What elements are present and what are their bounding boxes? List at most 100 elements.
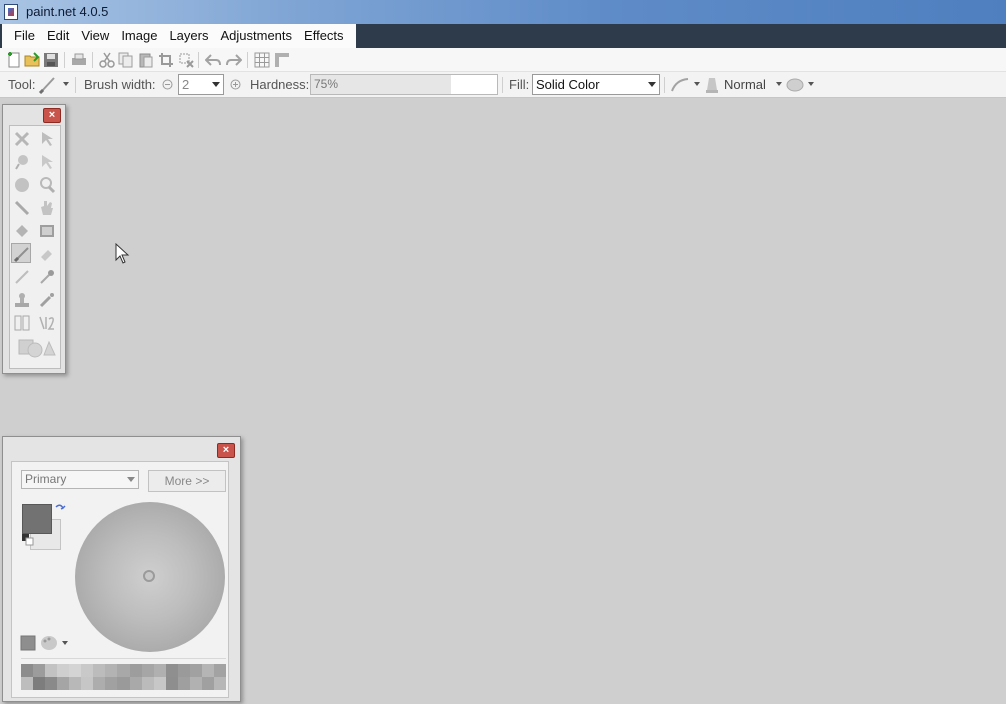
palette-color-cell[interactable] [166,677,178,690]
move-selected-pixels-icon[interactable] [37,129,57,149]
palette-color-cell[interactable] [69,664,81,677]
reset-colors-icon[interactable] [22,534,34,546]
color-wheel-handle[interactable] [143,570,155,582]
antialiasing-icon[interactable] [670,76,690,94]
menu-edit[interactable]: Edit [41,24,75,48]
palette-color-cell[interactable] [33,677,45,690]
gradient-icon[interactable] [37,221,57,241]
palette-color-cell[interactable] [130,677,142,690]
save-icon[interactable] [43,52,59,68]
palette-color-cell[interactable] [214,664,226,677]
tool-dropdown-caret[interactable] [63,82,69,86]
menu-effects[interactable]: Effects [298,24,350,48]
crop-icon[interactable] [158,52,174,68]
increase-width-icon[interactable] [230,79,241,90]
lasso-select-icon[interactable] [12,152,32,172]
ellipse-select-icon[interactable] [12,175,32,195]
line-curve-icon[interactable] [37,313,57,333]
recolor-icon[interactable] [37,290,57,310]
move-selection-arrow-icon[interactable] [37,152,57,172]
palette-color-cell[interactable] [190,664,202,677]
blend-mode-dropdown-caret[interactable] [776,82,782,86]
palette-color-cell[interactable] [142,677,154,690]
palette-color-cell[interactable] [45,677,57,690]
color-mode-dropdown[interactable]: Primary [21,470,139,489]
zoom-icon[interactable] [37,175,57,195]
fill-dropdown[interactable]: Solid Color [532,74,660,95]
palette-color-cell[interactable] [105,677,117,690]
menu-layers[interactable]: Layers [163,24,214,48]
palette-color-cell[interactable] [33,664,45,677]
palette-color-cell[interactable] [45,664,57,677]
brush-width-dropdown[interactable]: 2 [178,74,224,95]
alpha-blending-dropdown-caret[interactable] [808,82,814,86]
palette-color-cell[interactable] [105,664,117,677]
palette-color-cell[interactable] [214,677,226,690]
color-picker-icon[interactable] [37,267,57,287]
brush-width-value: 2 [182,77,189,92]
palette-color-cell[interactable] [57,664,69,677]
palette-color-cell[interactable] [93,664,105,677]
deselect-icon[interactable] [178,52,194,68]
text-icon[interactable] [12,313,32,333]
menu-adjustments[interactable]: Adjustments [214,24,298,48]
print-icon[interactable] [71,52,87,68]
hardness-slider[interactable]: 75% [310,74,498,95]
palette-color-cell[interactable] [21,664,33,677]
palette-color-cell[interactable] [202,677,214,690]
palette-color-cell[interactable] [166,664,178,677]
decrease-width-icon[interactable] [162,79,173,90]
paintbrush-icon[interactable] [11,243,31,263]
paintnet-app-icon[interactable] [4,4,18,20]
palette-color-cell[interactable] [57,677,69,690]
palette-color-cell[interactable] [81,664,93,677]
magic-wand-icon[interactable] [12,198,32,218]
palette-color-cell[interactable] [81,677,93,690]
new-image-icon[interactable] [6,52,22,68]
palette-color-cell[interactable] [178,677,190,690]
menu-image[interactable]: Image [115,24,163,48]
palette-color-cell[interactable] [154,677,166,690]
menu-file[interactable]: File [8,24,41,48]
palette-color-cell[interactable] [190,677,202,690]
palette-menu-icon[interactable] [40,635,58,651]
paste-icon[interactable] [138,52,154,68]
color-wheel[interactable] [75,502,225,652]
more-colors-button[interactable]: More >> [148,470,226,492]
shapes-icon[interactable] [18,338,56,358]
swap-colors-icon[interactable] [54,503,66,515]
palette-color-cell[interactable] [130,664,142,677]
move-selection-icon[interactable] [12,129,32,149]
palette-color-cell[interactable] [69,677,81,690]
primary-color-swatch[interactable] [22,504,52,534]
colors-panel-close-button[interactable]: × [217,443,235,458]
palette-swatch-icon[interactable] [20,635,36,651]
grid-icon[interactable] [254,52,270,68]
palette-color-cell[interactable] [154,664,166,677]
palette-color-cell[interactable] [93,677,105,690]
blend-mode-value[interactable]: Normal [724,77,766,92]
palette-color-cell[interactable] [142,664,154,677]
palette-dropdown-caret[interactable] [62,641,68,645]
ruler-icon[interactable] [274,52,290,68]
eraser-icon[interactable] [37,244,57,264]
palette-color-cell[interactable] [117,677,129,690]
paint-bucket-icon[interactable] [12,221,32,241]
open-icon[interactable] [24,52,40,68]
cut-icon[interactable] [99,52,115,68]
tools-panel-close-button[interactable]: × [43,108,61,123]
clone-stamp-icon[interactable] [12,290,32,310]
redo-icon[interactable] [226,52,242,68]
paintbrush-tool-icon[interactable] [38,76,58,94]
copy-icon[interactable] [118,52,134,68]
palette-color-cell[interactable] [202,664,214,677]
pan-icon[interactable] [37,198,57,218]
palette-color-cell[interactable] [21,677,33,690]
antialiasing-dropdown-caret[interactable] [694,82,700,86]
alpha-blending-icon[interactable] [786,76,804,94]
palette-color-cell[interactable] [178,664,190,677]
menu-view[interactable]: View [75,24,115,48]
palette-color-cell[interactable] [117,664,129,677]
undo-icon[interactable] [205,52,221,68]
pencil-icon[interactable] [12,267,32,287]
